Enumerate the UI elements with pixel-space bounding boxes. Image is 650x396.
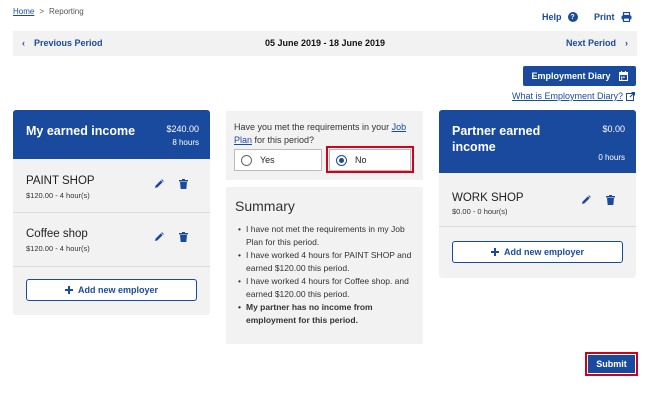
- employer-actions: [154, 179, 188, 189]
- what-is-employment-diary-link[interactable]: What is Employment Diary?: [512, 91, 636, 101]
- question-icon: ?: [567, 12, 578, 22]
- employer-actions: [581, 195, 615, 205]
- highlight-box: [326, 146, 414, 173]
- pencil-icon[interactable]: [154, 232, 164, 242]
- radio-yes-label: Yes: [260, 155, 275, 165]
- partner-income-amount: $0.00: [602, 124, 625, 134]
- summary-item: I have not met the requirements in my Jo…: [238, 223, 418, 249]
- add-employer-label: Add new employer: [77, 285, 158, 295]
- breadcrumb-home-link[interactable]: Home: [13, 7, 34, 16]
- print-link[interactable]: Print: [594, 12, 632, 22]
- question-text-after: for this period?: [252, 135, 315, 145]
- calendar-icon: [618, 71, 628, 81]
- employment-diary-button[interactable]: Employment Diary: [523, 66, 636, 86]
- my-income-amount: $240.00: [166, 124, 199, 134]
- my-income-hours: 8 hours: [172, 138, 199, 147]
- partner-income-hours: 0 hours: [598, 153, 625, 162]
- employer-detail: $120.00 - 4 hour(s): [26, 191, 90, 200]
- chevron-right-icon: ›: [625, 38, 628, 48]
- printer-icon: [621, 12, 632, 22]
- breadcrumb-separator: >: [39, 7, 45, 16]
- what-is-employment-diary-label: What is Employment Diary?: [512, 91, 624, 101]
- summary-panel: Summary I have not met the requirements …: [226, 187, 423, 344]
- radio-circle: [241, 154, 252, 166]
- my-income-title: My earned income: [26, 124, 136, 138]
- breadcrumb-current: Reporting: [49, 7, 84, 16]
- partner-income-title: Partner earned income: [452, 124, 541, 154]
- external-link-icon: [626, 91, 636, 101]
- summary-title: Summary: [235, 198, 295, 214]
- summary-item: I have worked 4 hours for Coffee shop. a…: [238, 275, 418, 301]
- partner-income-header: Partner earned income $0.00 0 hours: [439, 110, 636, 173]
- employer-row: WORK SHOP $0.00 - 0 hour(s): [439, 173, 636, 225]
- employment-diary-label: Employment Diary: [531, 71, 611, 81]
- employer-detail: $0.00 - 0 hour(s): [452, 207, 508, 216]
- employer-name: WORK SHOP: [452, 192, 524, 204]
- next-period-button[interactable]: Next Period ›: [566, 38, 628, 48]
- partner-earned-income-card: Partner earned income $0.00 0 hours WORK…: [439, 110, 636, 278]
- question-text-before: Have you met the requirements in your: [234, 122, 392, 132]
- summary-list: I have not met the requirements in my Jo…: [238, 223, 418, 327]
- divider: [13, 266, 210, 267]
- pencil-icon[interactable]: [154, 179, 164, 189]
- radio-yes[interactable]: Yes: [234, 149, 322, 171]
- print-label: Print: [594, 12, 615, 22]
- help-link[interactable]: Help ?: [542, 12, 578, 22]
- summary-item: I have worked 4 hours for PAINT SHOP and…: [238, 249, 418, 275]
- add-partner-employer-button[interactable]: Add new employer: [452, 241, 623, 263]
- next-period-label: Next Period: [565, 38, 616, 48]
- employer-actions: [154, 232, 188, 242]
- my-earned-income-card: My earned income $240.00 8 hours PAINT S…: [13, 110, 210, 315]
- submit-button[interactable]: Submit: [588, 355, 635, 373]
- period-navigation: ‹ Previous Period 05 June 2019 - 18 June …: [13, 31, 637, 56]
- summary-item: My partner has no income from employment…: [238, 301, 418, 327]
- plus-icon: [64, 286, 73, 294]
- trash-icon[interactable]: [179, 232, 188, 242]
- period-range: 05 June 2019 - 18 June 2019: [264, 38, 386, 48]
- trash-icon[interactable]: [606, 195, 615, 205]
- employer-name: Coffee shop: [26, 228, 88, 240]
- breadcrumb: Home > Reporting: [13, 7, 84, 16]
- my-income-header: My earned income $240.00 8 hours: [13, 110, 210, 159]
- employer-row: PAINT SHOP $120.00 - 4 hour(s): [13, 159, 210, 212]
- add-partner-employer-label: Add new employer: [503, 247, 584, 257]
- divider: [439, 226, 636, 227]
- employer-name: PAINT SHOP: [26, 175, 95, 187]
- trash-icon[interactable]: [179, 179, 188, 189]
- help-label: Help: [542, 12, 562, 22]
- employer-row: Coffee shop $120.00 - 4 hour(s): [13, 213, 210, 266]
- add-employer-button[interactable]: Add new employer: [26, 279, 197, 301]
- pencil-icon[interactable]: [581, 195, 591, 205]
- question-text: Have you met the requirements in your Jo…: [234, 121, 419, 147]
- employer-detail: $120.00 - 4 hour(s): [26, 244, 90, 253]
- plus-icon: [490, 248, 499, 256]
